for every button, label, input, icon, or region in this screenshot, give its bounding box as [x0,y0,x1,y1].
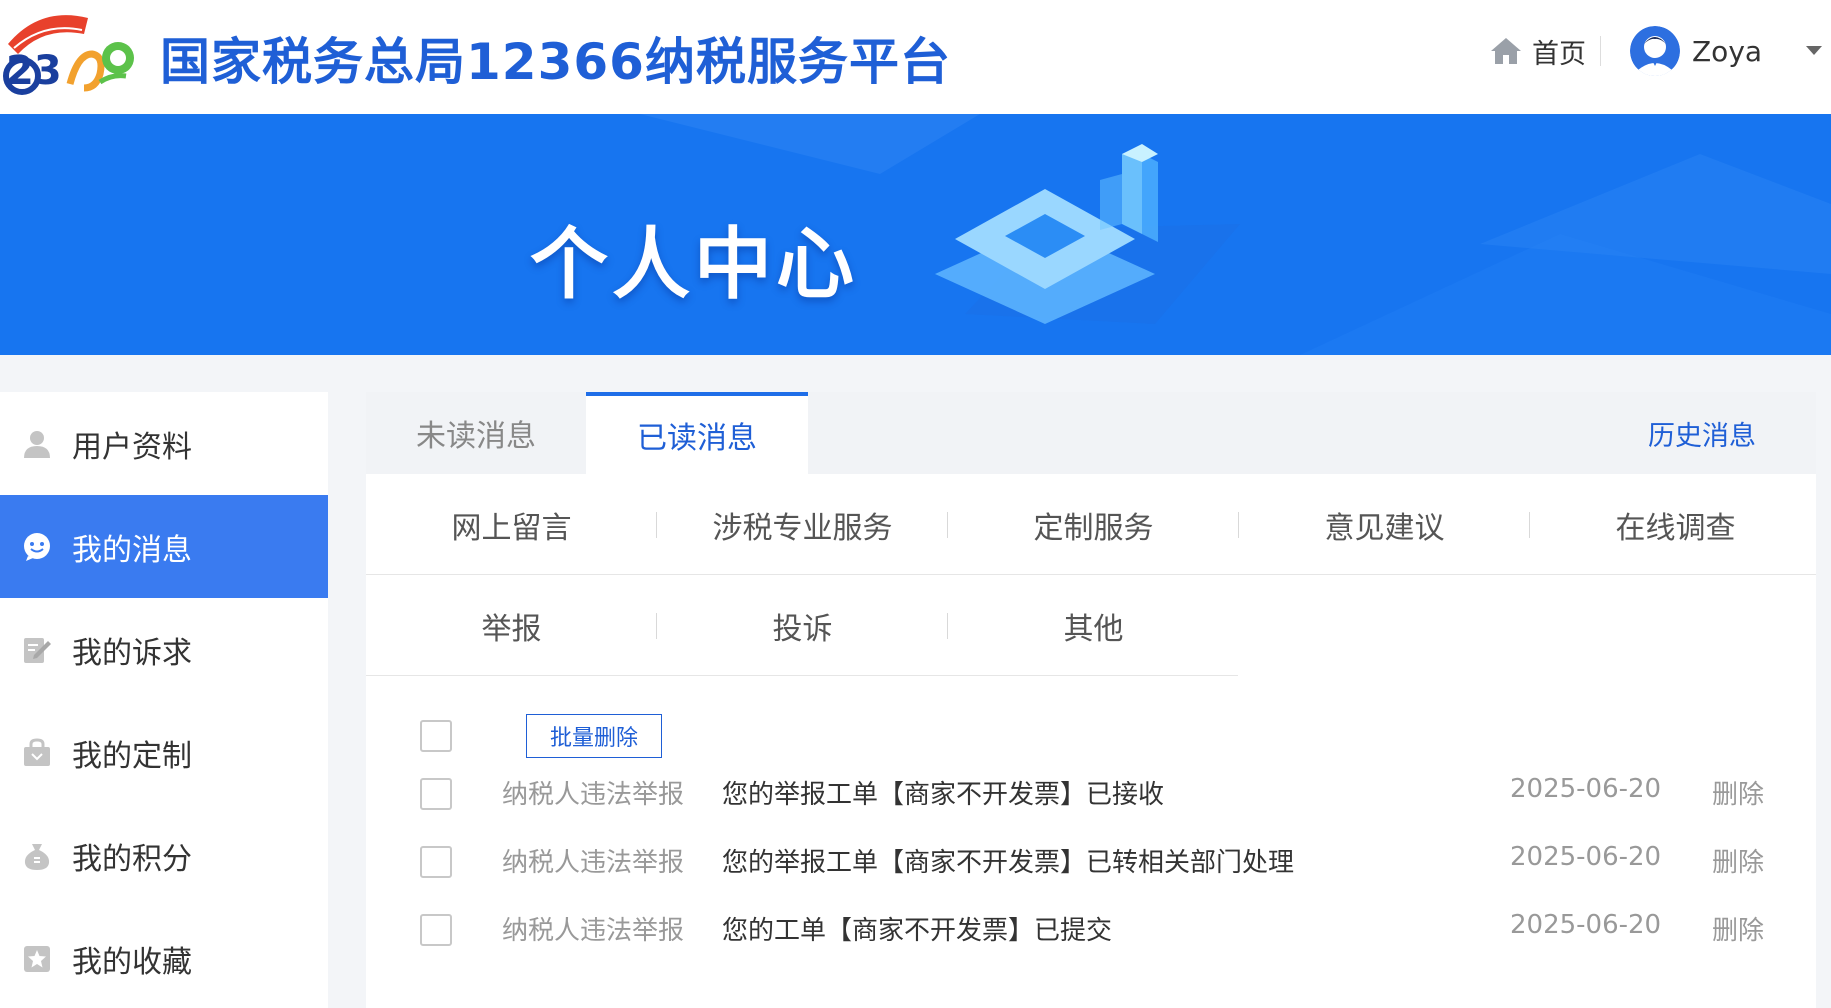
bag-icon [24,737,50,766]
delete-button[interactable]: 删除 [1712,774,1764,811]
message-row: 纳税人违法举报 您的举报工单【商家不开发票】已转相关部门处理 2025-06-2… [366,834,1816,894]
star-icon [24,945,50,972]
message-text[interactable]: 您的工单【商家不开发票】已提交 [722,910,1112,947]
history-messages-link[interactable]: 历史消息 [1648,414,1756,453]
bulk-toolbar: 批量删除 [366,712,1816,764]
message-panel: 未读消息 已读消息 历史消息 网上留言 涉税专业服务 定制服务 意见建议 在线调… [366,392,1816,1008]
category-row: 举报 投诉 其他 [366,575,1238,676]
sidebar-item-label: 我的积分 [72,841,192,877]
banner-cube-illustration [640,114,1831,355]
tab-read-messages[interactable]: 已读消息 [586,392,808,474]
sidebar-item-my-messages[interactable]: 我的消息 [0,495,328,598]
category-row: 网上留言 涉税专业服务 定制服务 意见建议 在线调查 [366,474,1816,575]
message-date: 2025-06-20 [1510,842,1662,872]
edit-icon [24,637,51,663]
message-text[interactable]: 您的举报工单【商家不开发票】已转相关部门处理 [722,842,1294,879]
user-name: Zoya [1692,34,1763,68]
category-other[interactable]: 其他 [948,575,1239,676]
delete-button[interactable]: 删除 [1712,842,1764,879]
message-row: 纳税人违法举报 您的举报工单【商家不开发票】已接收 2025-06-20 删除 [366,766,1816,826]
sidebar-item-label: 我的收藏 [72,944,192,980]
chevron-down-icon[interactable] [1806,46,1822,55]
sidebar-item-my-favorites[interactable]: 我的收藏 [0,907,328,1008]
sidebar-item-label: 用户资料 [72,429,192,465]
home-link[interactable]: 首页 [1490,33,1586,70]
message-date: 2025-06-20 [1510,774,1662,804]
sidebar-item-label: 我的消息 [72,532,192,568]
12366-logo[interactable]: 23 [0,4,138,100]
message-text[interactable]: 您的举报工单【商家不开发票】已接收 [722,774,1164,811]
message-categories: 网上留言 涉税专业服务 定制服务 意见建议 在线调查 举报 投诉 其他 [366,474,1816,676]
message-checkbox[interactable] [420,846,452,878]
message-category: 纳税人违法举报 [502,848,685,878]
category-report[interactable]: 举报 [366,575,657,676]
select-all-checkbox[interactable] [420,720,452,752]
message-tabs: 未读消息 已读消息 历史消息 [366,392,1816,474]
banner: 个人中心 [0,114,1831,355]
sidebar-item-label: 我的诉求 [72,635,192,671]
user-icon [24,430,50,458]
category-online-survey[interactable]: 在线调查 [1530,474,1821,575]
sidebar: 用户资料 我的消息 我的诉求 我的定制 我的积分 我的收藏 [0,392,328,1008]
home-label: 首页 [1532,38,1586,70]
sidebar-item-label: 我的定制 [72,738,192,774]
user-menu[interactable]: Zoya [1630,26,1762,76]
sidebar-item-my-points[interactable]: 我的积分 [0,804,328,907]
tab-unread-messages[interactable]: 未读消息 [366,392,586,474]
top-header: 23 国家税务总局12366纳税服务平台 首页 Zoya [0,0,1831,114]
category-custom-service[interactable]: 定制服务 [948,474,1239,575]
home-icon [1491,38,1521,64]
message-checkbox[interactable] [420,778,452,810]
message-icon [24,532,50,561]
message-category: 纳税人违法举报 [502,780,685,810]
message-row: 纳税人违法举报 您的工单【商家不开发票】已提交 2025-06-20 删除 [366,902,1816,962]
sidebar-item-user-profile[interactable]: 用户资料 [0,392,328,495]
category-suggestions[interactable]: 意见建议 [1239,474,1530,575]
message-checkbox[interactable] [420,914,452,946]
message-date: 2025-06-20 [1510,910,1662,940]
sidebar-item-my-requests[interactable]: 我的诉求 [0,598,328,701]
banner-title: 个人中心 [530,220,859,310]
header-divider [1600,36,1601,66]
avatar [1630,26,1680,76]
category-tax-professional-service[interactable]: 涉税专业服务 [657,474,948,575]
batch-delete-button[interactable]: 批量删除 [526,714,662,758]
message-category: 纳税人违法举报 [502,916,685,946]
category-complaint[interactable]: 投诉 [657,575,948,676]
delete-button[interactable]: 删除 [1712,910,1764,947]
site-title: 国家税务总局12366纳税服务平台 [160,33,951,91]
category-online-message[interactable]: 网上留言 [366,474,657,575]
money-bag-icon [24,843,50,870]
sidebar-item-my-customization[interactable]: 我的定制 [0,701,328,804]
